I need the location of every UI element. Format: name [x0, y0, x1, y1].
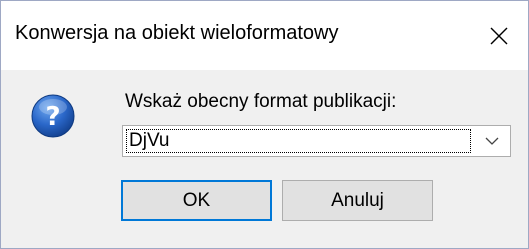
dropdown-arrow[interactable] — [474, 126, 510, 156]
window-title: Konwersja na obiekt wieloformatowy — [15, 22, 339, 44]
format-select-value: DjVu — [126, 129, 471, 153]
ok-button[interactable]: OK — [121, 180, 272, 221]
close-button[interactable] — [470, 1, 528, 70]
format-select[interactable]: DjVu — [122, 125, 511, 157]
svg-text:?: ? — [45, 102, 60, 132]
conversion-dialog: Konwersja na obiekt wieloformatowy ? Wsk… — [0, 0, 529, 249]
close-icon — [490, 27, 508, 44]
question-icon: ? — [31, 94, 75, 138]
format-prompt-label: Wskaż obecny format publikacji: — [125, 91, 397, 112]
cancel-button[interactable]: Anuluj — [282, 180, 433, 221]
title-bar: Konwersja na obiekt wieloformatowy — [1, 1, 528, 70]
chevron-down-icon — [485, 137, 499, 145]
